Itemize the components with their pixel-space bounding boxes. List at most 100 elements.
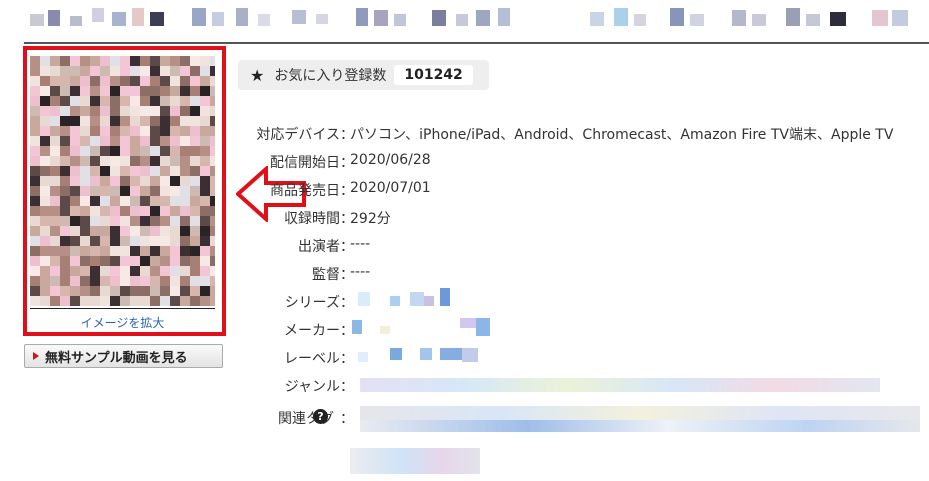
mosaic-cell	[140, 196, 150, 206]
mosaic-cell	[70, 276, 80, 286]
mosaic-cell	[140, 286, 150, 296]
mosaic-cell	[100, 86, 110, 96]
mosaic-cell	[130, 166, 140, 176]
mosaic-cell	[110, 206, 120, 216]
mosaic-cell	[150, 206, 160, 216]
mosaic-cell	[210, 196, 215, 206]
mosaic-cell	[120, 236, 130, 246]
mosaic-cell	[140, 146, 150, 156]
mosaic-cell	[140, 106, 150, 116]
mosaic-cell	[110, 176, 120, 186]
mosaic-cell	[200, 236, 210, 246]
mosaic-cell	[170, 246, 180, 256]
mosaic-cell	[210, 106, 215, 116]
mosaic-cell	[40, 236, 50, 246]
mosaic-cell	[170, 106, 180, 116]
mosaic-cell	[60, 196, 70, 206]
mosaic-cell	[100, 246, 110, 256]
spec-value: 2020/06/28	[350, 152, 431, 168]
mosaic-cell	[190, 206, 200, 216]
spec-row-devices: 対応デバイス ： パソコン、iPhone/iPad、Android、Chrome…	[230, 124, 929, 144]
mosaic-cell	[170, 236, 180, 246]
spec-label: 収録時間	[284, 211, 340, 227]
mosaic-cell	[180, 236, 190, 246]
mosaic-cell	[170, 126, 180, 136]
mosaic-cell	[180, 136, 190, 146]
mosaic-cell	[160, 156, 170, 166]
mosaic-cell	[210, 266, 215, 276]
mosaic-cell	[150, 196, 160, 206]
mosaic-cell	[100, 286, 110, 296]
mosaic-cell	[190, 286, 200, 296]
mosaic-cell	[130, 266, 140, 276]
mosaic-cell	[210, 156, 215, 166]
mosaic-cell	[100, 156, 110, 166]
mosaic-cell	[110, 166, 120, 176]
mosaic-cell	[200, 86, 210, 96]
mosaic-cell	[60, 66, 70, 76]
mosaic-cell	[50, 116, 60, 126]
spec-row-release-date: 配信開始日 ： 2020/06/28	[230, 152, 929, 172]
mosaic-cell	[130, 206, 140, 216]
mosaic-cell	[40, 206, 50, 216]
enlarge-image-link[interactable]: イメージを拡大	[30, 314, 215, 331]
mosaic-cell	[170, 146, 180, 156]
mosaic-cell	[60, 216, 70, 226]
mosaic-cell	[190, 186, 200, 196]
mosaic-cell	[80, 56, 90, 66]
mosaic-cell	[90, 266, 100, 276]
mosaic-cell	[180, 166, 190, 176]
mosaic-cell	[60, 146, 70, 156]
mosaic-cell	[190, 136, 200, 146]
mosaic-cell	[80, 256, 90, 266]
mosaic-cell	[210, 296, 215, 306]
mosaic-cell	[200, 256, 210, 266]
mosaic-cell	[80, 216, 90, 226]
mosaic-cell	[40, 186, 50, 196]
mosaic-cell	[130, 96, 140, 106]
mosaic-cell	[50, 146, 60, 156]
mosaic-cell	[100, 146, 110, 156]
mosaic-cell	[190, 176, 200, 186]
mosaic-cell	[100, 216, 110, 226]
mosaic-cell	[60, 126, 70, 136]
mosaic-cell	[90, 156, 100, 166]
mosaic-cell	[70, 216, 80, 226]
mosaic-cell	[40, 106, 50, 116]
mosaic-cell	[100, 166, 110, 176]
mosaic-cell	[30, 56, 40, 66]
mosaic-cell	[160, 216, 170, 226]
mosaic-cell	[40, 256, 50, 266]
package-image[interactable]	[30, 56, 215, 306]
mosaic-cell	[140, 236, 150, 246]
mosaic-cell	[130, 176, 140, 186]
mosaic-cell	[120, 276, 130, 286]
mosaic-cell	[80, 166, 90, 176]
spec-label: 出演者	[298, 239, 340, 255]
free-sample-video-button[interactable]: 無料サンプル動画を見る	[24, 344, 223, 368]
mosaic-cell	[50, 126, 60, 136]
mosaic-cell	[160, 166, 170, 176]
mosaic-cell	[50, 266, 60, 276]
mosaic-cell	[140, 136, 150, 146]
mosaic-cell	[140, 296, 150, 306]
mosaic-cell	[90, 166, 100, 176]
mosaic-cell	[160, 176, 170, 186]
help-question-icon[interactable]: ?	[313, 409, 328, 424]
play-triangle-icon	[33, 352, 39, 360]
mosaic-cell	[80, 96, 90, 106]
mosaic-cell	[60, 276, 70, 286]
mosaic-cell	[190, 106, 200, 116]
mosaic-cell	[130, 126, 140, 136]
mosaic-cell	[120, 136, 130, 146]
mosaic-cell	[160, 116, 170, 126]
mosaic-cell	[210, 276, 215, 286]
mosaic-cell	[200, 206, 210, 216]
mosaic-cell	[70, 86, 80, 96]
mosaic-cell	[80, 106, 90, 116]
favorites-count: 101242	[394, 65, 473, 85]
mosaic-cell	[90, 96, 100, 106]
mosaic-cell	[30, 236, 40, 246]
spec-colon: ：	[340, 351, 354, 367]
mosaic-cell	[200, 266, 210, 276]
